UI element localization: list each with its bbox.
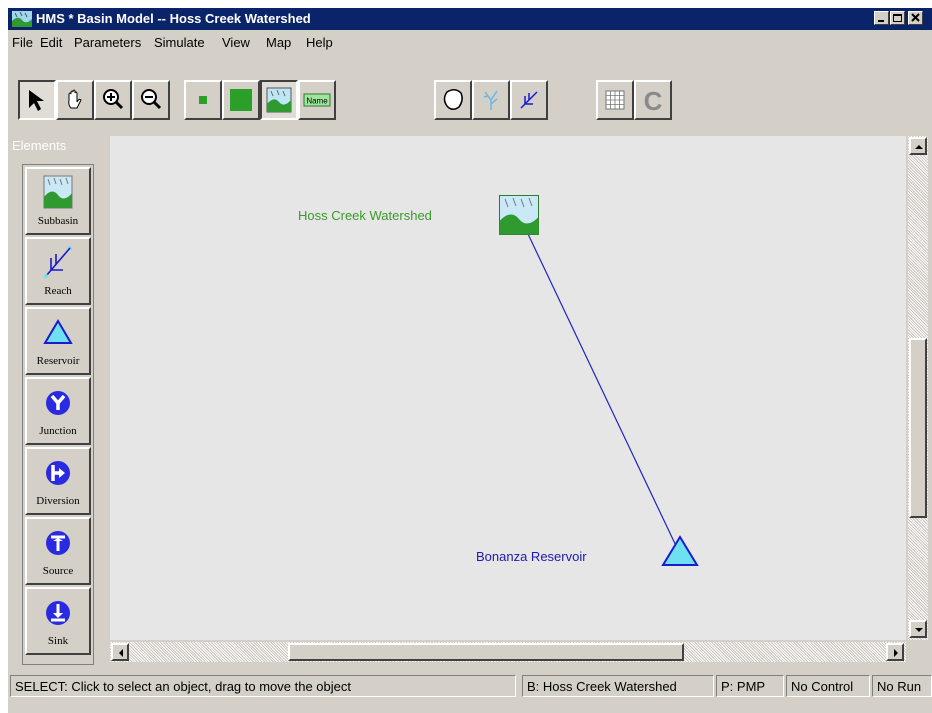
stream-network-button[interactable] xyxy=(472,80,510,120)
arrow-up-icon xyxy=(915,145,923,149)
horizontal-scrollbar[interactable] xyxy=(110,642,906,662)
zoom-out-button[interactable] xyxy=(132,80,170,120)
maximize-icon xyxy=(893,14,902,22)
scroll-right-button[interactable] xyxy=(886,643,904,661)
palette-label: Junction xyxy=(39,425,77,437)
basin-boundary-button[interactable] xyxy=(434,80,472,120)
reach-toggle-button[interactable] xyxy=(510,80,548,120)
status-control: No Control xyxy=(786,675,870,697)
menu-view[interactable]: View xyxy=(222,35,250,50)
minimize-icon xyxy=(878,20,884,22)
zoom-out-icon xyxy=(141,89,162,110)
zoom-in-button[interactable] xyxy=(94,80,132,120)
select-arrow-icon xyxy=(29,90,44,111)
node-label-bonanza-reservoir: Bonanza Reservoir xyxy=(476,549,587,564)
grid-button[interactable] xyxy=(596,80,634,120)
reservoir-node-icon[interactable] xyxy=(660,534,700,568)
menu-bar: File Edit Parameters Simulate View Map H… xyxy=(8,32,932,52)
clear-icon: C xyxy=(644,86,663,114)
menu-parameters[interactable]: Parameters xyxy=(74,35,141,50)
window-title: HMS * Basin Model -- Hoss Creek Watershe… xyxy=(36,11,311,26)
elements-palette: Subbasin Reach Reservoir Junction Divers… xyxy=(22,164,94,665)
show-icons-button[interactable] xyxy=(260,80,298,120)
menu-help[interactable]: Help xyxy=(306,35,333,50)
large-icon-size-icon xyxy=(230,89,252,111)
palette-item-sink[interactable]: Sink xyxy=(25,587,91,655)
junction-icon xyxy=(46,391,70,415)
show-name-icon: Name xyxy=(303,93,331,107)
menu-simulate[interactable]: Simulate xyxy=(154,35,205,50)
basin-boundary-icon xyxy=(443,89,463,110)
palette-label: Source xyxy=(42,565,74,577)
show-element-icon-icon xyxy=(266,87,292,113)
reach-toggle-icon xyxy=(520,91,538,109)
close-button[interactable] xyxy=(908,11,923,25)
arrow-down-icon xyxy=(915,628,923,632)
palette-item-subbasin[interactable]: Subbasin xyxy=(25,167,91,235)
hms-app-icon xyxy=(12,11,32,27)
palette-label: Reservoir xyxy=(36,355,80,367)
scroll-up-button[interactable] xyxy=(909,137,927,155)
show-names-button[interactable]: Name xyxy=(298,80,336,120)
small-icons-button[interactable] xyxy=(184,80,222,120)
palette-label: Sink xyxy=(47,635,69,647)
vertical-scrollbar[interactable] xyxy=(908,136,928,640)
vertical-scroll-thumb[interactable] xyxy=(909,338,927,518)
status-basin: B: Hoss Creek Watershed xyxy=(522,675,714,697)
large-icons-button[interactable] xyxy=(222,80,260,120)
palette-item-junction[interactable]: Junction xyxy=(25,377,91,445)
sink-icon xyxy=(46,601,70,625)
subbasin-icon xyxy=(43,175,73,209)
svg-text:C: C xyxy=(644,86,663,114)
zoom-in-icon xyxy=(103,89,124,110)
status-message: SELECT: Click to select an object, drag … xyxy=(10,675,516,697)
diversion-icon xyxy=(46,461,70,485)
close-icon xyxy=(911,13,920,22)
status-bar: SELECT: Click to select an object, drag … xyxy=(8,671,932,701)
palette-item-source[interactable]: Source xyxy=(25,517,91,585)
reach-icon xyxy=(44,246,72,278)
palette-item-reservoir[interactable]: Reservoir xyxy=(25,307,91,375)
clear-button[interactable]: C xyxy=(634,80,672,120)
stream-network-icon xyxy=(483,90,498,110)
small-icon-size-icon xyxy=(199,96,207,104)
pan-hand-icon xyxy=(68,89,82,109)
svg-text:Name: Name xyxy=(306,97,328,106)
pan-tool-button[interactable] xyxy=(56,80,94,120)
palette-item-reach[interactable]: Reach xyxy=(25,237,91,305)
palette-label: Subbasin xyxy=(37,215,79,227)
horizontal-scroll-thumb[interactable] xyxy=(288,643,684,661)
source-icon xyxy=(46,531,70,555)
palette-label: Reach xyxy=(44,285,72,297)
node-label-hoss-creek-watershed: Hoss Creek Watershed xyxy=(298,208,432,223)
hms-window: HMS * Basin Model -- Hoss Creek Watershe… xyxy=(8,8,932,713)
link-hoss-creek-to-bonanza xyxy=(527,233,679,551)
arrow-right-icon xyxy=(894,649,898,657)
menu-file[interactable]: File xyxy=(12,35,33,50)
select-tool-button[interactable] xyxy=(18,80,56,120)
status-run: No Run xyxy=(872,675,932,697)
maximize-button[interactable] xyxy=(890,11,905,25)
menu-map[interactable]: Map xyxy=(266,35,291,50)
scroll-left-button[interactable] xyxy=(111,643,129,661)
toolbar: Name C xyxy=(8,80,932,130)
palette-item-diversion[interactable]: Diversion xyxy=(25,447,91,515)
subbasin-node-icon[interactable] xyxy=(499,195,539,235)
grid-icon xyxy=(605,90,625,110)
arrow-left-icon xyxy=(119,649,123,657)
menu-edit[interactable]: Edit xyxy=(40,35,62,50)
scroll-down-button[interactable] xyxy=(909,620,927,638)
title-bar[interactable]: HMS * Basin Model -- Hoss Creek Watershe… xyxy=(8,8,932,30)
minimize-button[interactable] xyxy=(874,11,889,25)
reservoir-icon xyxy=(43,319,73,344)
palette-title: Elements xyxy=(12,138,67,153)
palette-label: Diversion xyxy=(36,495,80,507)
status-precip: P: PMP xyxy=(716,675,784,697)
basin-map-canvas[interactable]: Hoss Creek Watershed Bonanza Reservoir xyxy=(110,136,906,640)
